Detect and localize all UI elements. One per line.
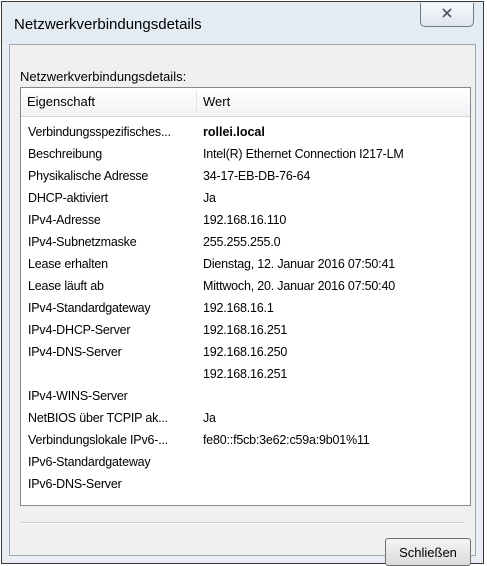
row-property: Lease läuft ab [28, 279, 104, 293]
details-list[interactable]: Eigenschaft Wert Verbindungsspezifisches… [20, 87, 471, 506]
table-row[interactable]: IPv4-DHCP-Server 192.168.16.251 [21, 319, 470, 341]
row-property: IPv6-DNS-Server [28, 477, 122, 491]
table-row[interactable]: DHCP-aktiviert Ja [21, 187, 470, 209]
row-property: DHCP-aktiviert [28, 191, 108, 205]
row-property: IPv4-WINS-Server [28, 389, 128, 403]
row-property: Verbindungslokale IPv6-... [28, 433, 169, 447]
row-property: Lease erhalten [28, 257, 108, 271]
table-row[interactable]: Lease erhalten Dienstag, 12. Januar 2016 … [21, 253, 470, 275]
title-bar[interactable]: Netzwerkverbindungsdetails [2, 2, 483, 44]
details-group-label: Netzwerkverbindungsdetails: [20, 69, 187, 84]
close-button[interactable]: Schließen [385, 538, 471, 566]
divider [20, 522, 465, 524]
row-value: 192.168.16.250 [203, 345, 288, 359]
row-value: Mittwoch, 20. Januar 2016 07:50:40 [203, 279, 395, 293]
column-header-property[interactable]: Eigenschaft [21, 88, 196, 116]
row-value: Ja [203, 191, 216, 205]
list-rows: Verbindungsspezifisches... rollei.local Be… [21, 121, 470, 495]
row-property: Physikalische Adresse [28, 169, 149, 183]
table-row[interactable]: IPv4-DNS-Server 192.168.16.250 [21, 341, 470, 363]
window-title: Netzwerkverbindungsdetails [14, 16, 202, 33]
row-value: Dienstag, 12. Januar 2016 07:50:41 [203, 257, 395, 271]
table-row[interactable]: IPv4-Standardgateway 192.168.16.1 [21, 297, 470, 319]
close-icon [441, 7, 453, 22]
row-property: IPv4-DHCP-Server [28, 323, 131, 337]
row-property: Beschreibung [28, 147, 103, 161]
row-value: rollei.local [203, 125, 265, 139]
row-value: 192.168.16.110 [203, 213, 287, 227]
table-row[interactable]: Beschreibung Intel(R) Ethernet Connection… [21, 143, 470, 165]
row-value: Intel(R) Ethernet Connection I217-LM [203, 147, 404, 161]
table-row[interactable]: NetBIOS über TCPIP ak... Ja [21, 407, 470, 429]
table-row[interactable]: Physikalische Adresse 34-17-EB-DB-76-64 [21, 165, 470, 187]
dialog-window: Netzwerkverbindungsdetails Netzwerkverbi… [1, 1, 484, 566]
table-row[interactable]: IPv4-WINS-Server [21, 385, 470, 407]
row-property: Verbindungsspezifisches... [28, 125, 171, 139]
row-property: NetBIOS über TCPIP ak... [28, 411, 168, 425]
table-row[interactable]: Verbindungslokale IPv6-... fe80::f5cb:3e6… [21, 429, 470, 451]
table-row[interactable]: IPv4-Adresse 192.168.16.110 [21, 209, 470, 231]
row-property: IPv4-DNS-Server [28, 345, 122, 359]
row-value: 192.168.16.1 [203, 301, 274, 315]
list-header: Eigenschaft Wert [21, 88, 470, 117]
table-row[interactable]: IPv6-DNS-Server [21, 473, 470, 495]
row-property: IPv4-Adresse [28, 213, 101, 227]
table-row[interactable]: Verbindungsspezifisches... rollei.local [21, 121, 470, 143]
row-value: 255.255.255.0 [203, 235, 281, 249]
row-property: IPv6-Standardgateway [28, 455, 151, 469]
column-header-value[interactable]: Wert [197, 88, 467, 116]
window-close-button[interactable] [420, 3, 474, 27]
row-property: IPv4-Subnetzmaske [28, 235, 137, 249]
row-value: 192.168.16.251 [203, 323, 288, 337]
table-row[interactable]: 192.168.16.251 [21, 363, 470, 385]
row-property: IPv4-Standardgateway [28, 301, 151, 315]
table-row[interactable]: Lease läuft ab Mittwoch, 20. Januar 2016 … [21, 275, 470, 297]
row-value: 34-17-EB-DB-76-64 [203, 169, 311, 183]
row-value: fe80::f5cb:3e62:c59a:9b01%11 [203, 433, 370, 447]
table-row[interactable]: IPv6-Standardgateway [21, 451, 470, 473]
table-row[interactable]: IPv4-Subnetzmaske 255.255.255.0 [21, 231, 470, 253]
row-value: Ja [203, 411, 216, 425]
row-value: 192.168.16.251 [203, 367, 288, 381]
dialog-content: Netzwerkverbindungsdetails: Eigenschaft … [9, 44, 476, 566]
